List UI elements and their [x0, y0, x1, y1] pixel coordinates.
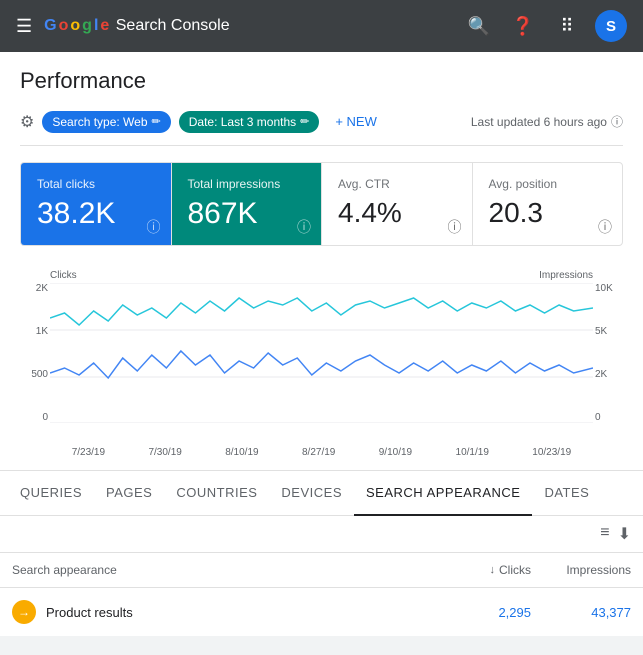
filter-bar: ⚙ Search type: Web ✏ Date: Last 3 months… — [20, 110, 623, 146]
y-right-val-3: 0 — [595, 412, 623, 423]
y-left-val-3: 0 — [20, 412, 48, 423]
x-label-4: 9/10/19 — [379, 447, 412, 458]
col-header-name: Search appearance — [12, 563, 431, 577]
y-right-val-0: 10K — [595, 283, 623, 294]
avatar[interactable]: S — [595, 10, 627, 42]
metric-info-icon-impressions[interactable]: ⓘ — [297, 217, 311, 237]
table-row: → Product results 2,295 43,377 — [0, 588, 643, 637]
metric-avg-position: Avg. position 20.3 ⓘ — [473, 163, 623, 245]
table-header: Search appearance ↓ Clicks Impressions — [0, 553, 643, 588]
apps-icon[interactable]: ⠿ — [551, 10, 583, 42]
page-title: Performance — [20, 68, 623, 94]
x-label-5: 10/1/19 — [456, 447, 489, 458]
metric-info-icon-clicks[interactable]: ⓘ — [147, 217, 161, 237]
date-chip[interactable]: Date: Last 3 months ✏ — [179, 111, 320, 133]
x-label-1: 7/30/19 — [148, 447, 181, 458]
table-toolbar: ≡ ⬇ — [0, 516, 643, 553]
x-axis-labels: 7/23/19 7/30/19 8/10/19 8/27/19 9/10/19 … — [50, 447, 593, 458]
metric-total-clicks: Total clicks 38.2K ⓘ — [21, 163, 172, 245]
tabs-section: QUERIES PAGES COUNTRIES DEVICES SEARCH A… — [0, 470, 643, 637]
help-icon[interactable]: ❓ — [507, 10, 539, 42]
col-header-clicks: ↓ Clicks — [431, 563, 531, 577]
sort-down-icon: ↓ — [490, 564, 496, 576]
tab-pages[interactable]: PAGES — [94, 471, 164, 516]
date-label: Date: Last 3 months — [189, 115, 296, 129]
search-type-label: Search type: Web — [52, 115, 147, 129]
page-content: Performance ⚙ Search type: Web ✏ Date: L… — [0, 52, 643, 470]
filter-rows-icon[interactable]: ≡ — [600, 524, 609, 544]
x-label-6: 10/23/19 — [532, 447, 571, 458]
info-icon: ⓘ — [611, 113, 623, 130]
metric-info-icon-ctr[interactable]: ⓘ — [448, 217, 462, 237]
app-logo: Google Search Console — [44, 17, 229, 35]
tab-search-appearance[interactable]: SEARCH APPEARANCE — [354, 471, 532, 516]
metric-avg-ctr: Avg. CTR 4.4% ⓘ — [322, 163, 473, 245]
row-arrow-icon: → — [12, 600, 36, 624]
y-axis-left-label: Clicks — [50, 270, 77, 281]
col-header-impressions: Impressions — [531, 563, 631, 577]
filter-icon: ⚙ — [20, 112, 34, 132]
y-right-val-1: 5K — [595, 326, 623, 337]
new-button[interactable]: + NEW — [327, 110, 385, 133]
row-impressions: 43,377 — [531, 605, 631, 620]
app-header: ☰ Google Search Console 🔍 ❓ ⠿ S — [0, 0, 643, 52]
tab-countries[interactable]: COUNTRIES — [164, 471, 269, 516]
metrics-row: Total clicks 38.2K ⓘ Total impressions 8… — [20, 162, 623, 246]
search-type-chip[interactable]: Search type: Web ✏ — [42, 111, 170, 133]
row-name[interactable]: Product results — [46, 605, 431, 620]
metric-total-impressions: Total impressions 867K ⓘ — [172, 163, 323, 245]
x-label-0: 7/23/19 — [72, 447, 105, 458]
metric-info-icon-position[interactable]: ⓘ — [598, 217, 612, 237]
tab-queries[interactable]: QUERIES — [8, 471, 94, 516]
chart-svg — [50, 283, 593, 423]
last-updated: Last updated 6 hours ago ⓘ — [471, 113, 623, 130]
tab-dates[interactable]: DATES — [532, 471, 601, 516]
row-clicks: 2,295 — [431, 605, 531, 620]
pencil-icon-date: ✏ — [300, 115, 309, 128]
download-icon[interactable]: ⬇ — [618, 524, 631, 544]
tabs-row: QUERIES PAGES COUNTRIES DEVICES SEARCH A… — [0, 471, 643, 516]
y-left-val-0: 2K — [20, 283, 48, 294]
y-axis-right-label: Impressions — [539, 270, 593, 281]
pencil-icon: ✏ — [152, 115, 161, 128]
x-label-2: 8/10/19 — [225, 447, 258, 458]
y-left-val-1: 1K — [20, 326, 48, 337]
x-label-3: 8/27/19 — [302, 447, 335, 458]
performance-chart: Clicks Impressions 2K 1K 500 0 10K 5K 2K… — [20, 262, 623, 470]
y-right-val-2: 2K — [595, 369, 623, 380]
tab-devices[interactable]: DEVICES — [269, 471, 354, 516]
menu-icon[interactable]: ☰ — [16, 16, 32, 37]
y-left-val-2: 500 — [20, 369, 48, 380]
search-icon[interactable]: 🔍 — [463, 10, 495, 42]
